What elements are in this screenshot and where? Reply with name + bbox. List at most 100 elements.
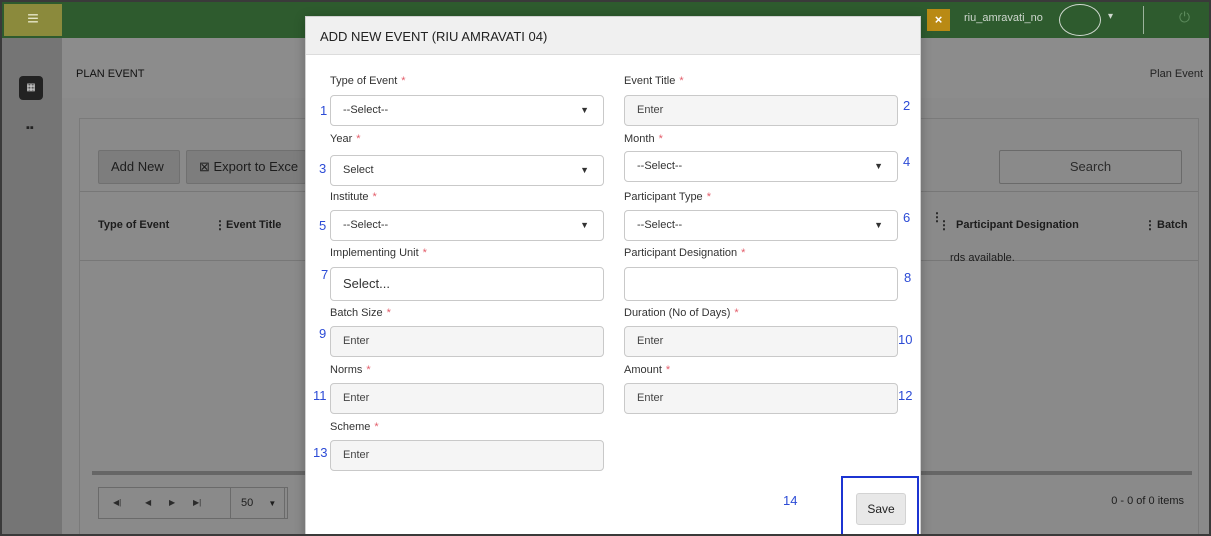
- save-button[interactable]: Save: [856, 493, 906, 525]
- participant-type-label: Participant Type *: [624, 191, 711, 203]
- user-name[interactable]: riu_amravati_no: [964, 12, 1043, 24]
- label-text: Institute: [330, 191, 369, 203]
- participant-designation-label: Participant Designation *: [624, 247, 745, 259]
- search-input[interactable]: Search: [999, 150, 1182, 184]
- label-text: Event Title: [624, 75, 676, 87]
- dropdown-arrow-icon: ▼: [580, 220, 589, 230]
- annotation-number: 12: [898, 388, 913, 403]
- label-text: Implementing Unit: [330, 247, 419, 259]
- type-of-event-select[interactable]: --Select-- ▼: [330, 95, 604, 126]
- excel-icon: ⊠: [199, 159, 214, 174]
- chevron-down-icon: ▼: [268, 499, 277, 508]
- select-value: --Select--: [637, 219, 683, 231]
- label-text: Type of Event: [330, 75, 398, 87]
- scheme-label: Scheme *: [330, 421, 379, 433]
- select-value: --Select--: [343, 104, 389, 116]
- select-value: --Select--: [343, 219, 389, 231]
- implementing-unit-input[interactable]: Select...: [330, 267, 604, 301]
- required-mark: *: [386, 307, 391, 319]
- dropdown-arrow-icon: ▼: [580, 165, 589, 175]
- batch-size-label: Batch Size *: [330, 307, 391, 319]
- divider: [1143, 6, 1144, 34]
- duration-input[interactable]: Enter: [624, 326, 898, 357]
- dashboard-icon[interactable]: ▦: [19, 76, 43, 100]
- required-mark: *: [401, 75, 406, 87]
- label-text: Month: [624, 133, 655, 145]
- select-value: Select: [343, 164, 374, 176]
- modal-title: ADD NEW EVENT (RIU AMRAVATI 04): [320, 29, 548, 44]
- column-menu-icon[interactable]: ⋮: [214, 218, 226, 232]
- amount-input[interactable]: Enter: [624, 383, 898, 414]
- modal-header: ADD NEW EVENT (RIU AMRAVATI 04): [306, 17, 920, 55]
- participant-designation-input[interactable]: [624, 267, 898, 301]
- required-mark: *: [422, 247, 427, 259]
- institute-label: Institute *: [330, 191, 377, 203]
- year-select[interactable]: Select ▼: [330, 155, 604, 186]
- left-rail: ▦ ▪▪: [2, 38, 62, 534]
- page-size-select[interactable]: 50 ▼: [230, 487, 285, 519]
- annotation-number: 5: [319, 218, 327, 233]
- event-title-input[interactable]: Enter: [624, 95, 898, 126]
- dropdown-arrow-icon: ▼: [874, 220, 883, 230]
- annotation-number: 6: [903, 210, 911, 225]
- annotation-number: 11: [313, 388, 327, 403]
- column-menu-icon[interactable]: ⋮: [938, 218, 950, 232]
- annotation-number: 1: [320, 103, 328, 118]
- column-header-type-of-event[interactable]: Type of Event: [98, 219, 169, 231]
- required-mark: *: [679, 75, 684, 87]
- batch-size-input[interactable]: Enter: [330, 326, 604, 357]
- page-title: PLAN EVENT: [76, 68, 145, 80]
- hamburger-menu-button[interactable]: ≡: [4, 4, 62, 36]
- export-button-label: Export to Exce: [213, 159, 299, 174]
- breadcrumb[interactable]: Plan Event: [1150, 68, 1203, 80]
- dropdown-arrow-icon: ▼: [874, 161, 883, 171]
- scheme-input[interactable]: Enter: [330, 440, 604, 471]
- type-of-event-label: Type of Event *: [330, 75, 406, 87]
- last-page-icon[interactable]: ▶|: [193, 498, 201, 507]
- prev-page-icon[interactable]: ◀: [145, 498, 151, 507]
- annotation-number: 9: [319, 326, 327, 341]
- next-page-icon[interactable]: ▶: [169, 498, 175, 507]
- label-text: Batch Size: [330, 307, 383, 319]
- save-highlight-box: Save: [841, 476, 919, 534]
- event-title-label: Event Title *: [624, 75, 684, 87]
- avatar[interactable]: [1059, 4, 1101, 36]
- participant-type-select[interactable]: --Select-- ▼: [624, 210, 898, 241]
- required-mark: *: [706, 191, 711, 203]
- label-text: Norms: [330, 364, 363, 376]
- amount-label: Amount *: [624, 364, 670, 376]
- page-size-value: 50: [241, 497, 254, 509]
- annotation-number: 8: [904, 270, 912, 285]
- norms-label: Norms *: [330, 364, 371, 376]
- label-text: Year: [330, 133, 353, 145]
- items-count: 0 - 0 of 0 items: [1111, 495, 1184, 507]
- empty-grid-message: rds available.: [950, 252, 1015, 264]
- grid-icon[interactable]: ▪▪: [26, 122, 34, 134]
- institute-select[interactable]: --Select-- ▼: [330, 210, 604, 241]
- norms-input[interactable]: Enter: [330, 383, 604, 414]
- required-mark: *: [374, 421, 379, 433]
- add-new-button[interactable]: Add New: [98, 150, 180, 184]
- column-header-batch[interactable]: Batch: [1157, 219, 1188, 231]
- export-button[interactable]: ⊠ Export to Exce: [186, 150, 306, 184]
- year-label: Year *: [330, 133, 361, 145]
- first-page-icon[interactable]: ◀|: [113, 498, 121, 507]
- column-menu-icon[interactable]: ⋮: [1144, 218, 1156, 232]
- required-mark: *: [741, 247, 746, 259]
- chevron-down-icon[interactable]: ▾: [1108, 11, 1113, 22]
- close-badge-button[interactable]: ×: [927, 9, 950, 31]
- column-header-participant-designation[interactable]: Participant Designation: [956, 219, 1079, 231]
- annotation-number: 13: [313, 445, 328, 460]
- required-mark: *: [356, 133, 361, 145]
- annotation-number: 14: [783, 493, 798, 508]
- column-header-event-title[interactable]: Event Title: [226, 219, 281, 231]
- duration-label: Duration (No of Days) *: [624, 307, 739, 319]
- required-mark: *: [658, 133, 663, 145]
- implementing-unit-label: Implementing Unit *: [330, 247, 427, 259]
- required-mark: *: [665, 364, 671, 376]
- month-select[interactable]: --Select-- ▼: [624, 151, 898, 182]
- annotation-number: 7: [321, 267, 329, 282]
- month-label: Month *: [624, 133, 663, 145]
- power-icon[interactable]: ⏻: [1179, 9, 1190, 26]
- annotation-number: 2: [903, 98, 911, 113]
